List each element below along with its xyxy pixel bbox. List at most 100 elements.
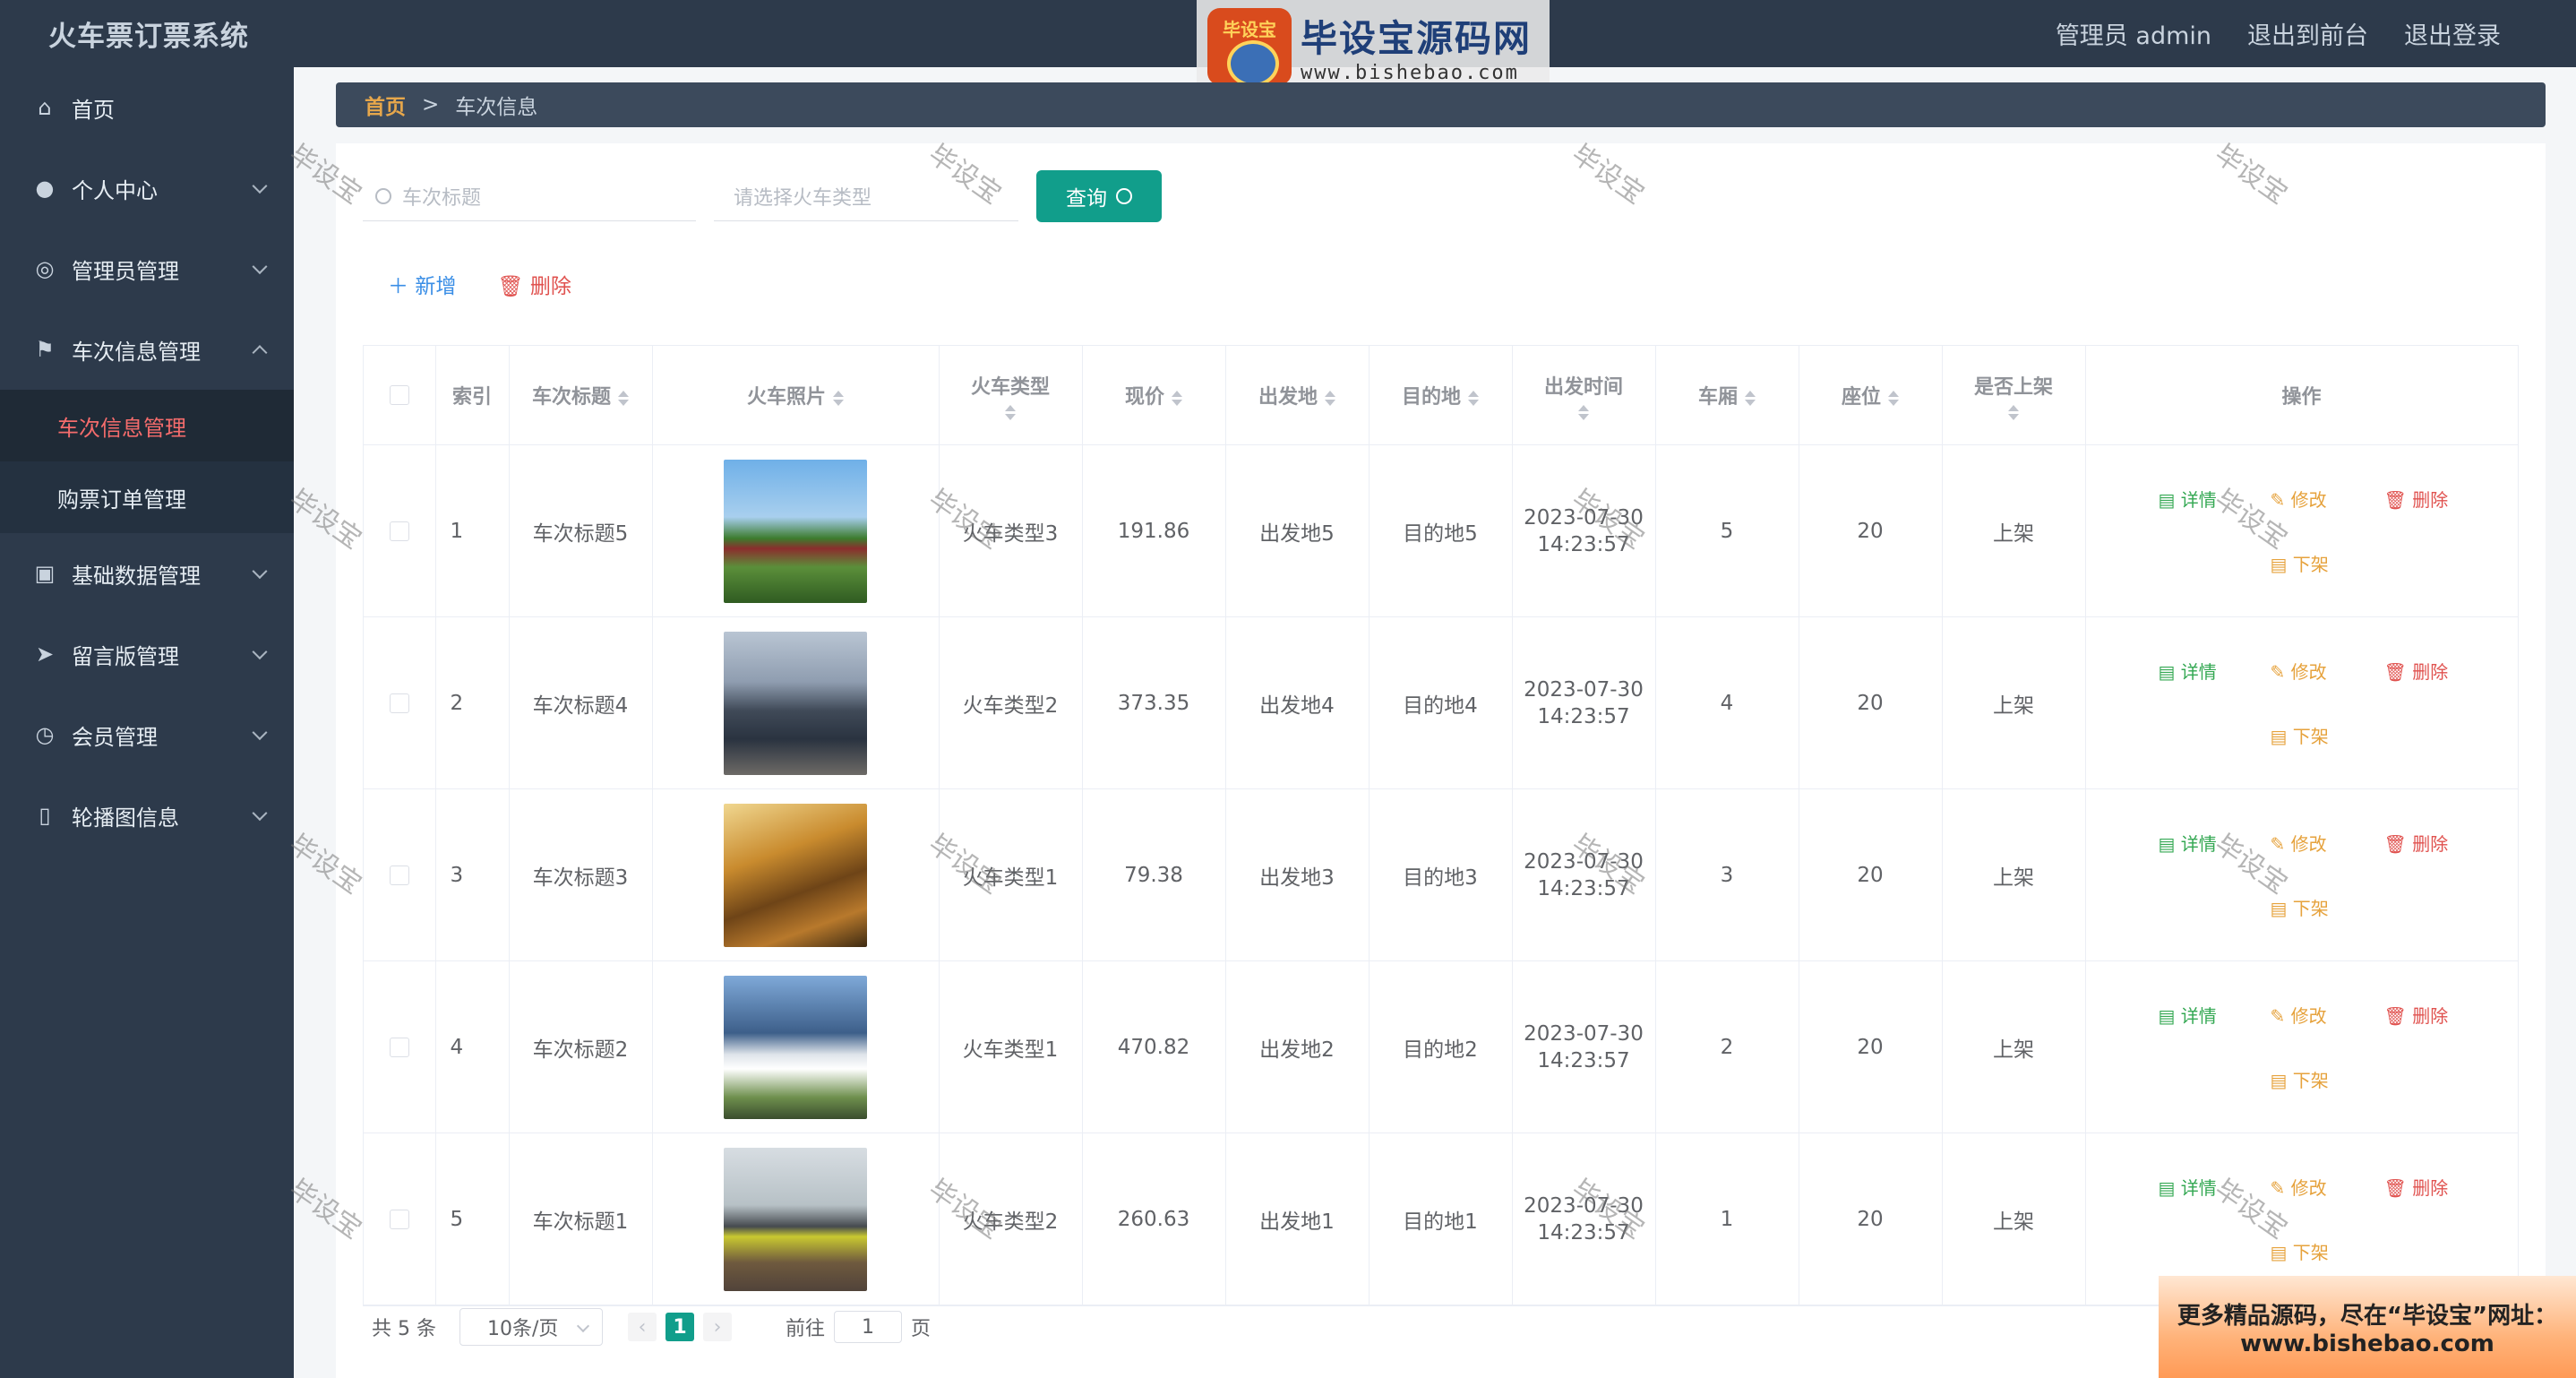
- delete-button[interactable]: 🗑 删除: [2384, 1174, 2449, 1200]
- row-checkbox[interactable]: [389, 693, 409, 713]
- col-index: 索引: [435, 346, 510, 445]
- delete-button[interactable]: 🗑 删除: [2384, 1002, 2449, 1028]
- col-price[interactable]: 现价: [1082, 346, 1226, 445]
- col-to[interactable]: 目的地: [1369, 346, 1513, 445]
- detail-button[interactable]: ▤ 详情: [2159, 1174, 2217, 1200]
- pencil-icon: ✎: [2270, 1177, 2291, 1199]
- col-status[interactable]: 是否上架: [1942, 346, 2086, 445]
- row-checkbox[interactable]: [389, 521, 409, 541]
- batch-delete-button[interactable]: 🗑 删除: [497, 269, 571, 299]
- cell-to: 目的地2: [1369, 960, 1513, 1133]
- breadcrumb-home[interactable]: 首页: [365, 90, 406, 120]
- offshelf-button[interactable]: ▤ 下架: [2271, 550, 2329, 576]
- delete-button[interactable]: 🗑 删除: [2384, 658, 2449, 684]
- train-title-search-input[interactable]: 车次标题: [363, 171, 696, 221]
- cell-index: 5: [435, 1133, 510, 1305]
- row-select-cell: [364, 616, 436, 789]
- train-table: 索引 车次标题 火车照片 火车类型 现价 出发地 目的地 出发时间 车厢 座位 …: [363, 345, 2519, 1306]
- sort-icon: [1468, 390, 1479, 406]
- compass-icon: ◎: [35, 256, 55, 281]
- train-photo[interactable]: [724, 459, 867, 603]
- detail-button[interactable]: ▤ 详情: [2159, 658, 2217, 684]
- cell-photo: [652, 444, 940, 617]
- mobile-icon: ▯: [39, 803, 51, 828]
- cell-price: 373.35: [1082, 616, 1226, 789]
- add-button[interactable]: ＋ 新增: [388, 269, 456, 299]
- cell-photo: [652, 1133, 940, 1305]
- send-icon: ➤: [35, 642, 55, 667]
- sidebar-item-profile[interactable]: ● 个人中心: [0, 148, 294, 228]
- cell-to: 目的地5: [1369, 444, 1513, 617]
- chevron-down-icon: [252, 725, 268, 741]
- promo-line-1: 更多精品源码，尽在“毕设宝”网址：: [2177, 1302, 2558, 1330]
- cell-from: 出发地1: [1225, 1133, 1370, 1305]
- query-button-label: 查询: [1066, 187, 1107, 211]
- admin-user-link[interactable]: 管理员 admin: [2056, 16, 2211, 51]
- depart-clock: 14:23:57: [1537, 704, 1630, 728]
- col-car[interactable]: 车厢: [1655, 346, 1799, 445]
- sidebar-item-admin[interactable]: ◎ 管理员管理: [0, 228, 294, 309]
- select-all-checkbox[interactable]: [389, 385, 409, 405]
- sort-icon: [1745, 390, 1756, 406]
- col-seat[interactable]: 座位: [1799, 346, 1943, 445]
- detail-button[interactable]: ▤ 详情: [2159, 830, 2217, 856]
- sort-icon: [2008, 404, 2019, 420]
- offshelf-button[interactable]: ▤ 下架: [2271, 1066, 2329, 1092]
- edit-button[interactable]: ✎ 修改: [2271, 658, 2327, 684]
- page-size-select[interactable]: 10条/页: [459, 1308, 603, 1346]
- edit-button[interactable]: ✎ 修改: [2271, 1174, 2327, 1200]
- next-page-button[interactable]: ›: [702, 1313, 732, 1341]
- edit-button[interactable]: ✎ 修改: [2271, 1002, 2327, 1028]
- sidebar-item-messages[interactable]: ➤ 留言版管理: [0, 614, 294, 694]
- cell-status: 上架: [1942, 616, 2086, 789]
- offshelf-button[interactable]: ▤ 下架: [2271, 722, 2329, 748]
- row-checkbox[interactable]: [389, 1209, 409, 1229]
- cell-car: 5: [1655, 444, 1799, 617]
- cell-price: 79.38: [1082, 788, 1226, 961]
- col-title[interactable]: 车次标题: [509, 346, 653, 445]
- col-from[interactable]: 出发地: [1225, 346, 1370, 445]
- offshelf-button[interactable]: ▤ 下架: [2271, 1238, 2329, 1264]
- cell-to: 目的地4: [1369, 616, 1513, 789]
- row-checkbox[interactable]: [389, 865, 409, 885]
- sort-icon: [1005, 404, 1016, 420]
- sidebar-item-train-info[interactable]: ⚑ 车次信息管理: [0, 309, 294, 390]
- train-photo[interactable]: [724, 803, 867, 947]
- offshelf-button[interactable]: ▤ 下架: [2271, 894, 2329, 920]
- logout-link[interactable]: 退出登录: [2404, 16, 2501, 51]
- col-depart-time[interactable]: 出发时间: [1512, 346, 1656, 445]
- sidebar-item-members[interactable]: ◷ 会员管理: [0, 694, 294, 775]
- action-bar: ＋ 新增 🗑 删除: [388, 269, 571, 299]
- edit-button[interactable]: ✎ 修改: [2271, 486, 2327, 512]
- query-button[interactable]: 查询: [1036, 170, 1162, 222]
- detail-button[interactable]: ▤ 详情: [2159, 1002, 2217, 1028]
- detail-button[interactable]: ▤ 详情: [2159, 486, 2217, 512]
- sort-icon: [833, 390, 844, 406]
- sidebar-item-label: 轮播图信息: [72, 805, 179, 831]
- cell-index: 4: [435, 960, 510, 1133]
- sidebar-item-home[interactable]: ⌂ 首页: [0, 67, 294, 148]
- delete-button[interactable]: 🗑 删除: [2384, 486, 2449, 512]
- train-photo[interactable]: [724, 975, 867, 1119]
- goto-page-input[interactable]: 1: [834, 1311, 902, 1343]
- depart-date: 2023-07-30: [1524, 1193, 1644, 1218]
- watermark-name: 毕设宝源码网: [1301, 17, 1532, 60]
- search-icon: [1116, 188, 1132, 204]
- cell-seat: 20: [1799, 1133, 1943, 1305]
- sidebar-item-carousel[interactable]: ▯ 轮播图信息: [0, 775, 294, 856]
- delete-button[interactable]: 🗑 删除: [2384, 830, 2449, 856]
- sidebar-subitem-orders[interactable]: 购票订单管理: [0, 461, 294, 533]
- prev-page-button[interactable]: ‹: [627, 1313, 657, 1341]
- col-photo[interactable]: 火车照片: [652, 346, 940, 445]
- document-icon: ▤: [2158, 489, 2181, 511]
- train-photo[interactable]: [724, 631, 867, 775]
- sidebar-subitem-train-info[interactable]: 车次信息管理: [0, 390, 294, 461]
- train-type-select[interactable]: 请选择火车类型: [714, 171, 1018, 221]
- row-checkbox[interactable]: [389, 1037, 409, 1057]
- page-number-current[interactable]: 1: [665, 1313, 694, 1341]
- col-type[interactable]: 火车类型: [939, 346, 1083, 445]
- sidebar-item-base-data[interactable]: ▣ 基础数据管理: [0, 533, 294, 614]
- back-to-frontend-link[interactable]: 退出到前台: [2247, 16, 2368, 51]
- edit-button[interactable]: ✎ 修改: [2271, 830, 2327, 856]
- train-photo[interactable]: [724, 1147, 867, 1291]
